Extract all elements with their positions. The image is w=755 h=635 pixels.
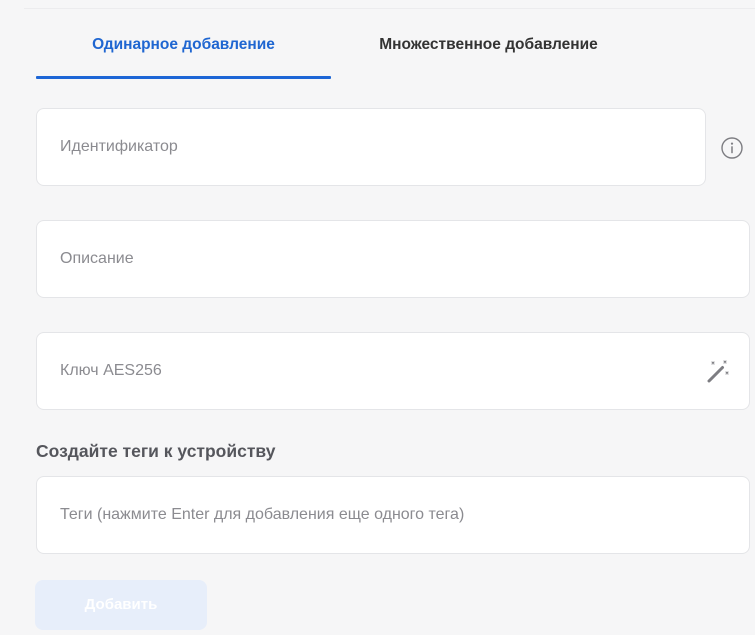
- tags-input[interactable]: [37, 477, 749, 553]
- aes-key-field: [36, 332, 750, 410]
- tab-single-add[interactable]: Одинарное добавление: [36, 27, 331, 77]
- active-tab-indicator: [36, 76, 331, 79]
- top-divider: [24, 8, 755, 9]
- add-mode-tabs: Одинарное добавление Множественное добав…: [36, 27, 755, 79]
- description-field: [36, 220, 750, 298]
- tags-section-title: Создайте теги к устройству: [36, 441, 276, 461]
- info-icon[interactable]: [720, 136, 744, 160]
- tab-multiple-add[interactable]: Множественное добавление: [341, 27, 636, 77]
- tags-field: [36, 476, 750, 554]
- add-device-panel: Одинарное добавление Множественное добав…: [0, 0, 755, 635]
- identifier-input[interactable]: [37, 109, 705, 185]
- identifier-field: [36, 108, 706, 186]
- description-input[interactable]: [37, 221, 749, 297]
- magic-wand-icon[interactable]: [705, 359, 731, 385]
- aes-key-input[interactable]: [37, 333, 749, 409]
- add-button[interactable]: Добавить: [35, 580, 207, 630]
